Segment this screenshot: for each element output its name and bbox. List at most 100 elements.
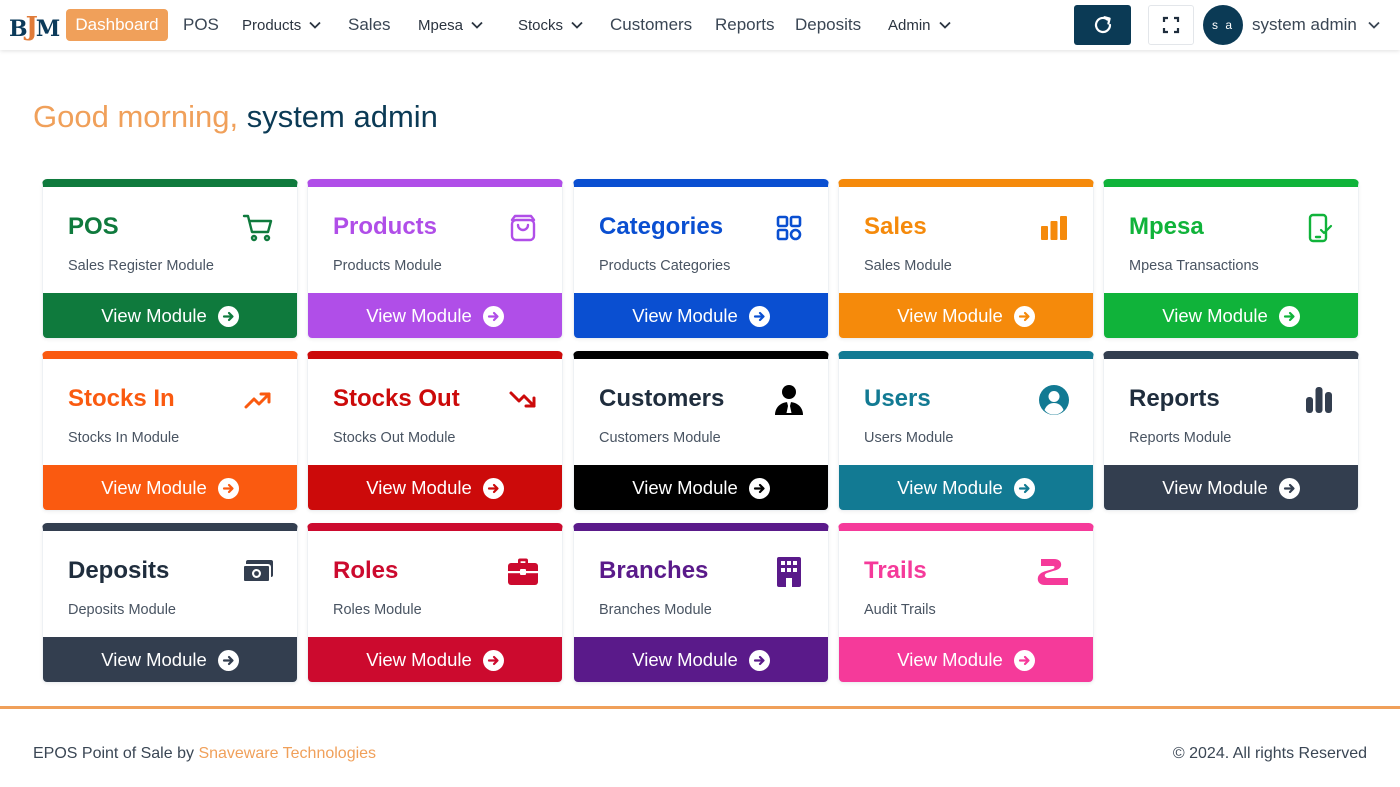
view-module-button[interactable]: View Module	[308, 465, 562, 510]
view-module-label: View Module	[366, 305, 472, 326]
view-module-button[interactable]: View Module	[43, 465, 297, 510]
module-card-users: Users Users Module View Module	[838, 351, 1094, 511]
view-module-button[interactable]: View Module	[308, 293, 562, 338]
card-subtitle: Branches Module	[599, 602, 712, 618]
greeting-salutation: Good morning,	[33, 99, 239, 134]
footer-company-link[interactable]: Snaveware Technologies	[198, 745, 376, 762]
nav-label: Deposits	[795, 15, 862, 34]
nav-products[interactable]: Products	[242, 0, 322, 50]
view-module-label: View Module	[1162, 477, 1268, 498]
view-module-button[interactable]: View Module	[839, 293, 1093, 338]
view-module-button[interactable]: View Module	[1104, 293, 1358, 338]
top-navbar: BJM Dashboard POS Products Sales Mpesa S…	[0, 0, 1400, 50]
view-module-label: View Module	[897, 649, 1003, 670]
cart-icon	[241, 211, 275, 245]
user-tie-icon	[772, 383, 806, 417]
nav-label: Products	[242, 16, 302, 34]
module-card-sales: Sales Sales Module View Module	[838, 179, 1094, 339]
card-title: Categories	[599, 213, 724, 240]
nav-sales[interactable]: Sales	[348, 0, 391, 50]
fullscreen-icon	[1162, 16, 1180, 34]
card-subtitle: Customers Module	[599, 430, 721, 446]
avatar[interactable]: s a	[1203, 5, 1243, 45]
chevron-down-icon	[471, 21, 483, 29]
view-module-button[interactable]: View Module	[43, 637, 297, 682]
module-card-branches: Branches Branches Module View Module	[573, 523, 829, 683]
module-card-customers: Customers Customers Module View Module	[573, 351, 829, 511]
card-title: POS	[68, 213, 119, 240]
greeting-heading: Good morning, system admin	[33, 99, 438, 135]
card-title: Deposits	[68, 557, 170, 584]
grid-icon	[772, 211, 806, 245]
view-module-button[interactable]: View Module	[308, 637, 562, 682]
footer-prefix: EPOS Point of Sale by	[33, 745, 194, 762]
nav-label: Stocks	[518, 16, 564, 34]
view-module-button[interactable]: View Module	[574, 637, 828, 682]
column-chart-icon	[1302, 383, 1336, 417]
arrow-right-circle-icon	[1278, 477, 1300, 499]
nav-mpesa[interactable]: Mpesa	[418, 0, 484, 50]
module-card-deposits: Deposits Deposits Module View Module	[42, 523, 298, 683]
card-subtitle: Deposits Module	[68, 602, 176, 618]
card-subtitle: Mpesa Transactions	[1129, 258, 1259, 274]
view-module-button[interactable]: View Module	[43, 293, 297, 338]
building-icon	[772, 555, 806, 589]
road-icon	[1037, 555, 1071, 589]
view-module-button[interactable]: View Module	[839, 465, 1093, 510]
arrow-right-circle-icon	[482, 649, 504, 671]
trending-up-icon	[241, 383, 275, 417]
nav-label: POS	[183, 15, 219, 34]
arrow-right-circle-icon	[748, 305, 770, 327]
view-module-label: View Module	[101, 477, 207, 498]
card-subtitle: Sales Register Module	[68, 258, 214, 274]
card-title: Branches	[599, 557, 709, 584]
fullscreen-button[interactable]	[1148, 5, 1194, 45]
card-title: Stocks In	[68, 385, 175, 412]
user-name-label: system admin	[1252, 15, 1357, 34]
module-grid: POS Sales Register Module View Module Produ…	[42, 179, 1359, 684]
greeting-user-name: system admin	[246, 99, 438, 134]
nav-dashboard[interactable]: Dashboard	[66, 9, 168, 41]
footer-divider	[0, 706, 1400, 709]
view-module-button[interactable]: View Module	[574, 465, 828, 510]
module-card-roles: Roles Roles Module View Module	[307, 523, 563, 683]
card-title: Customers	[599, 385, 725, 412]
view-module-button[interactable]: View Module	[1104, 465, 1358, 510]
view-module-label: View Module	[366, 649, 472, 670]
card-subtitle: Sales Module	[864, 258, 952, 274]
card-title: Mpesa	[1129, 213, 1204, 240]
card-title: Reports	[1129, 385, 1220, 412]
card-subtitle: Stocks In Module	[68, 430, 180, 446]
arrow-right-circle-icon	[217, 477, 239, 499]
card-title: Roles	[333, 557, 399, 584]
brand-logo[interactable]: BJM	[9, 8, 60, 42]
phone-check-icon	[1302, 211, 1336, 245]
nav-customers[interactable]: Customers	[610, 0, 692, 50]
view-module-label: View Module	[897, 305, 1003, 326]
card-subtitle: Products Module	[333, 258, 442, 274]
view-module-label: View Module	[632, 649, 738, 670]
briefcase-icon	[506, 555, 540, 589]
arrow-right-circle-icon	[1278, 305, 1300, 327]
arrow-right-circle-icon	[482, 305, 504, 327]
nav-reports[interactable]: Reports	[715, 0, 775, 50]
arrow-right-circle-icon	[748, 477, 770, 499]
refresh-button[interactable]	[1074, 5, 1131, 45]
view-module-label: View Module	[1162, 305, 1268, 326]
card-subtitle: Audit Trails	[864, 602, 936, 618]
view-module-button[interactable]: View Module	[574, 293, 828, 338]
module-card-mpesa: Mpesa Mpesa Transactions View Module	[1103, 179, 1359, 339]
card-title: Products	[333, 213, 438, 240]
card-title: Sales	[864, 213, 927, 240]
view-module-label: View Module	[897, 477, 1003, 498]
nav-stocks[interactable]: Stocks	[518, 0, 584, 50]
view-module-label: View Module	[366, 477, 472, 498]
refresh-icon	[1094, 16, 1111, 34]
view-module-button[interactable]: View Module	[839, 637, 1093, 682]
nav-admin[interactable]: Admin	[888, 0, 952, 50]
user-menu[interactable]: system admin	[1252, 0, 1381, 50]
view-module-label: View Module	[632, 477, 738, 498]
nav-deposits[interactable]: Deposits	[795, 0, 861, 50]
nav-pos[interactable]: POS	[183, 0, 219, 50]
module-card-pos: POS Sales Register Module View Module	[42, 179, 298, 339]
